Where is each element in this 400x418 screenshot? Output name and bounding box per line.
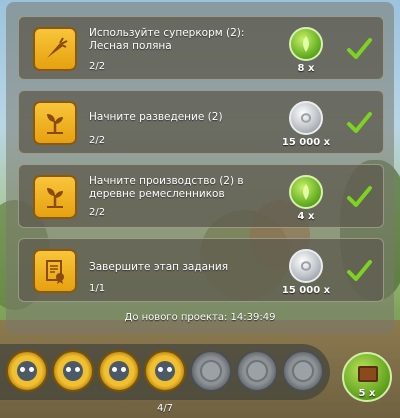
raccoon-icon [109,361,129,381]
quest-title: Начните производство (2) в деревне ремес… [89,175,244,200]
certificate-icon [33,249,77,293]
sprout-icon [33,101,77,145]
quest-progress: 2/2 [89,135,106,146]
raccoon-icon [63,361,83,381]
green-resource-icon [289,175,323,209]
quest-item[interactable]: Начните разведение (2) 2/2 15 000 x [18,90,384,154]
reward-amount: 8 x [297,63,315,74]
quest-item[interactable]: Используйте суперкорм (2): Лесная поляна… [18,16,384,80]
progress-slot-filled[interactable] [144,350,186,392]
quest-title: Используйте суперкорм (2): Лесная поляна [89,27,245,52]
quest-item[interactable]: Завершите этап задания 1/1 15 000 x [18,238,384,302]
reward-amount: 4 x [297,211,315,222]
progress-slot-empty[interactable] [190,350,232,392]
quest-progress: 2/2 [89,207,106,218]
reward-amount: 15 000 x [281,285,331,296]
quest-title: Завершите этап задания [89,261,229,273]
progress-slot-empty[interactable] [282,350,324,392]
sprout-icon [33,175,77,219]
project-timer: До нового проекта: 14:39:49 [124,312,276,323]
quest-title: Начните разведение (2) [89,111,223,123]
raccoon-icon [155,361,175,381]
quest-progress: 1/1 [89,283,106,294]
raccoon-icon [17,361,37,381]
progress-slot-filled[interactable] [98,350,140,392]
green-resource-icon [289,27,323,61]
carrot-icon [33,27,77,71]
quest-progress: 2/2 [89,61,106,72]
chest-icon [358,366,378,382]
chest-amount: 5 x [358,388,376,399]
reward-amount: 15 000 x [281,137,331,148]
checkmark-icon [347,112,372,133]
progress-slot-empty[interactable] [236,350,278,392]
progress-slot-filled[interactable] [52,350,94,392]
quest-item[interactable]: Начните производство (2) в деревне ремес… [18,164,384,228]
page-indicator: 4/7 [156,403,174,414]
silver-coin-icon [289,101,323,135]
silver-coin-icon [289,249,323,283]
progress-slot-filled[interactable] [6,350,48,392]
checkmark-icon [347,38,372,59]
checkmark-icon [347,260,372,281]
checkmark-icon [347,186,372,207]
